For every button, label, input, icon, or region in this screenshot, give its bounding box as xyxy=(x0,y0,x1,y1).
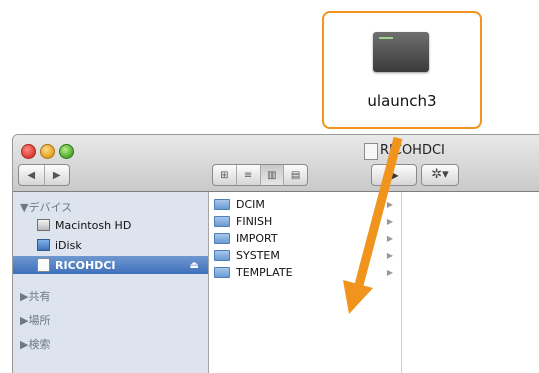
folder-label: FINISH xyxy=(236,214,273,228)
close-button[interactable] xyxy=(21,144,36,159)
icon-view-button[interactable]: ⊞ xyxy=(213,165,237,185)
folder-item-import[interactable]: IMPORT ▶ xyxy=(209,230,401,246)
eject-icon[interactable]: ⏏ xyxy=(190,260,199,271)
folder-label: TEMPLATE xyxy=(236,265,293,279)
folder-item-system[interactable]: SYSTEM ▶ xyxy=(209,247,401,263)
app-callout: ulaunch3 xyxy=(322,11,482,129)
folder-label: IMPORT xyxy=(236,231,278,245)
window-title: RICOHDCI xyxy=(380,143,445,158)
folder-item-template[interactable]: TEMPLATE ▶ xyxy=(209,264,401,280)
file-column: DCIM ▶ FINISH ▶ IMPORT ▶ SYSTEM ▶ TEMPLA… xyxy=(209,192,402,373)
folder-icon xyxy=(214,232,230,244)
app-thumbnail-icon[interactable] xyxy=(373,32,429,72)
folder-label: SYSTEM xyxy=(236,248,280,262)
folder-item-dcim[interactable]: DCIM ▶ xyxy=(209,196,401,212)
sidebar-item-label: Macintosh HD xyxy=(55,218,132,232)
sidebar-item-idisk[interactable]: iDisk xyxy=(13,236,208,254)
disclosure-arrow-icon: ▶ xyxy=(386,250,393,260)
disclosure-arrow-icon: ▶ xyxy=(386,267,393,277)
sidebar-header-search[interactable]: ▶検索 xyxy=(20,336,50,352)
folder-icon xyxy=(214,266,230,278)
window-titlebar: RICOHDCI ◀ ▶ ⊞ ≡ ▥ ▤ ▶ ✲▾ xyxy=(13,135,539,192)
idisk-icon xyxy=(37,239,50,251)
sidebar-header-devices[interactable]: ▼デバイス xyxy=(20,199,72,215)
list-view-button[interactable]: ≡ xyxy=(237,165,261,185)
zoom-button[interactable] xyxy=(59,144,74,159)
sidebar-header-places[interactable]: ▶場所 xyxy=(20,312,50,328)
sidebar: ▼デバイス Macintosh HD iDisk RICOHDCI ⏏ ▶共有 … xyxy=(13,192,209,373)
back-button[interactable]: ◀ xyxy=(19,165,45,185)
disclosure-arrow-icon: ▶ xyxy=(386,199,393,209)
sidebar-item-label: RICOHDCI xyxy=(55,258,116,272)
action-menu-button[interactable]: ✲▾ xyxy=(421,164,459,186)
sidebar-item-label: iDisk xyxy=(55,238,82,252)
disclosure-arrow-icon: ▶ xyxy=(386,216,393,226)
hard-drive-icon xyxy=(37,219,50,231)
folder-icon xyxy=(214,249,230,261)
folder-icon xyxy=(214,198,230,210)
sidebar-header-shared[interactable]: ▶共有 xyxy=(20,288,50,304)
view-mode-control: ⊞ ≡ ▥ ▤ xyxy=(212,164,308,186)
sidebar-item-macintosh-hd[interactable]: Macintosh HD xyxy=(13,216,208,234)
disclosure-arrow-icon: ▶ xyxy=(386,233,393,243)
minimize-button[interactable] xyxy=(40,144,55,159)
quick-look-button[interactable]: ▶ xyxy=(371,164,417,186)
column-view-button[interactable]: ▥ xyxy=(260,165,285,185)
forward-button[interactable]: ▶ xyxy=(45,165,70,185)
back-forward-control: ◀ ▶ xyxy=(18,164,70,186)
folder-label: DCIM xyxy=(236,197,265,211)
folder-item-finish[interactable]: FINISH ▶ xyxy=(209,213,401,229)
sidebar-item-ricohdci[interactable]: RICOHDCI ⏏ xyxy=(13,256,208,274)
volume-icon xyxy=(364,143,378,160)
finder-window: RICOHDCI ◀ ▶ ⊞ ≡ ▥ ▤ ▶ ✲▾ ▼デバイス Macintos… xyxy=(12,134,539,373)
coverflow-view-button[interactable]: ▤ xyxy=(284,165,307,185)
sd-card-icon xyxy=(37,258,50,272)
app-label: ulaunch3 xyxy=(367,92,437,110)
folder-icon xyxy=(214,215,230,227)
